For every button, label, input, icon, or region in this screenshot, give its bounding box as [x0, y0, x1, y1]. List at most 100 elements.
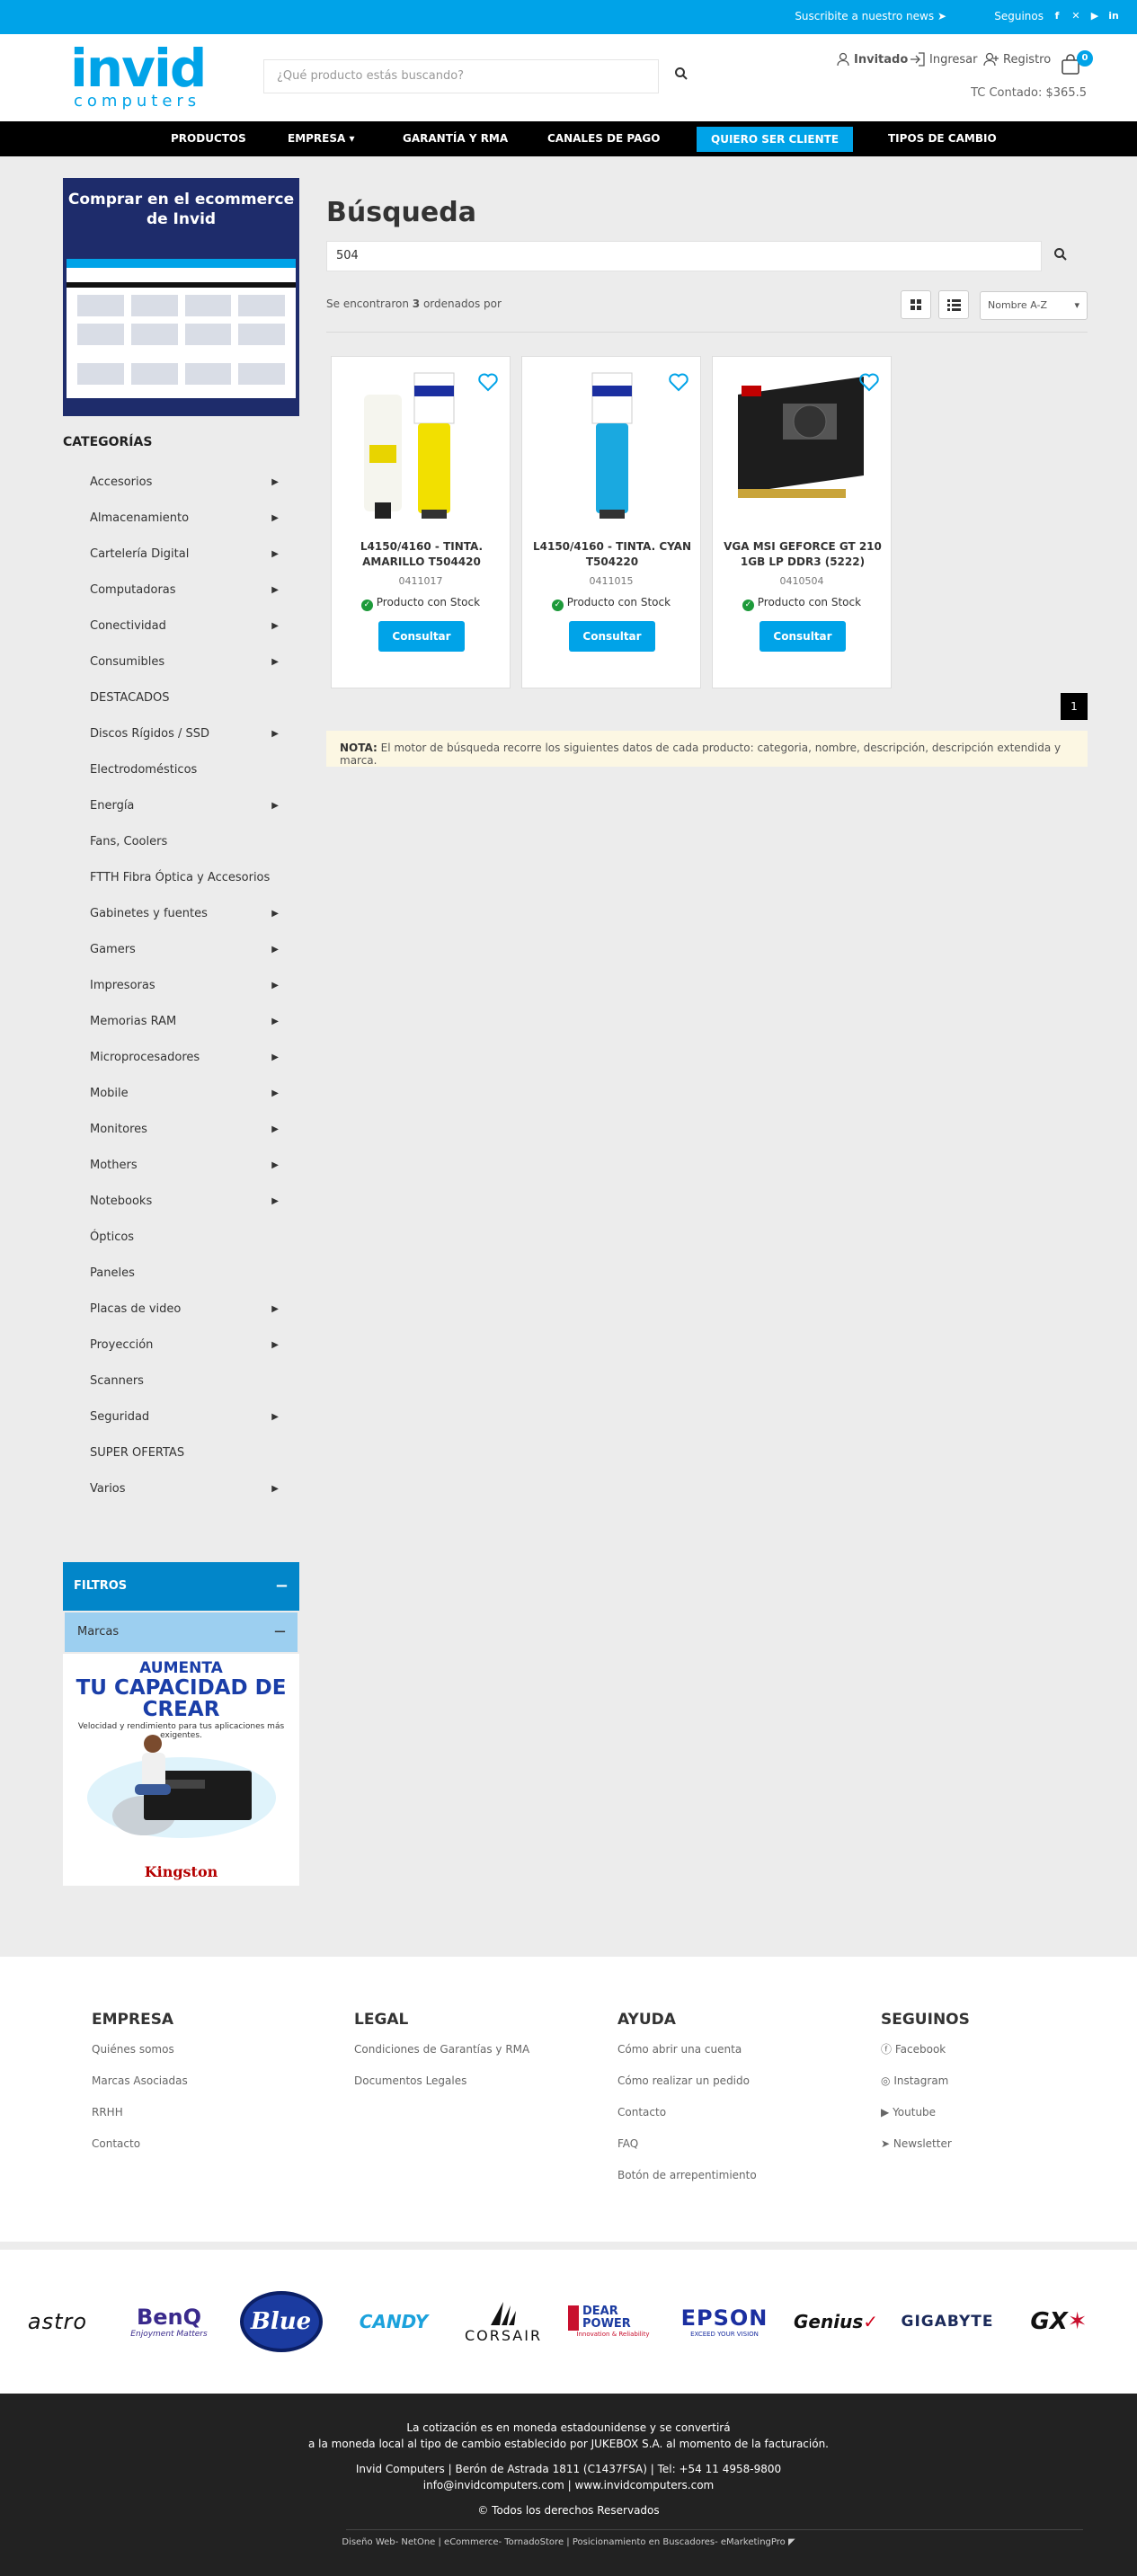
search-input[interactable]: ¿Qué producto estás buscando?	[263, 59, 659, 93]
brand-logo-epson[interactable]: EPSON EXCEED YOUR VISION	[680, 2295, 769, 2349]
brand-logo-gigabyte[interactable]: GIGABYTE	[902, 2295, 993, 2349]
consult-button[interactable]: Consultar	[378, 621, 465, 652]
product-card[interactable]: VGA MSI GEFORCE GT 210 1GB LP DDR3 (5222…	[712, 356, 892, 688]
nav-warranty[interactable]: GARANTÍA Y RMA	[403, 121, 508, 156]
register-link[interactable]: Registro	[983, 52, 1051, 67]
brand-logo-corsair[interactable]: CORSAIR	[458, 2295, 548, 2349]
category-item[interactable]: Energía ▶	[90, 788, 279, 824]
linkedin-icon[interactable]: in	[1108, 11, 1119, 22]
category-item[interactable]: Discos Rígidos / SSD ▶	[90, 716, 279, 752]
footer-link[interactable]: Contacto	[92, 2134, 188, 2165]
nav-become-client[interactable]: QUIERO SER CLIENTE	[697, 127, 854, 152]
footer-link[interactable]: ➤ Newsletter	[881, 2134, 970, 2165]
footer-link[interactable]: Contacto	[617, 2102, 757, 2134]
category-item[interactable]: Monitores ▶	[90, 1112, 279, 1148]
category-item[interactable]: Microprocesadores ▶	[90, 1040, 279, 1076]
footer-link[interactable]: FAQ	[617, 2134, 757, 2165]
category-item[interactable]: DESTACADOS	[90, 680, 279, 716]
product-name[interactable]: L4150/4160 - TINTA. AMARILLO T504420	[337, 539, 506, 570]
footer-link[interactable]: Condiciones de Garantías y RMA	[354, 2039, 529, 2071]
category-item[interactable]: Proyección ▶	[90, 1328, 279, 1364]
heart-icon[interactable]	[858, 371, 880, 393]
category-item[interactable]: Gabinetes y fuentes ▶	[90, 896, 279, 932]
category-item[interactable]: Fans, Coolers	[90, 824, 279, 860]
search-query-input[interactable]: 504	[326, 241, 1042, 271]
nav-payment[interactable]: CANALES DE PAGO	[547, 121, 660, 156]
category-item[interactable]: Mothers ▶	[90, 1148, 279, 1184]
list-view-button[interactable]	[938, 290, 969, 319]
brands-filter[interactable]: Marcas −	[65, 1612, 298, 1652]
category-item[interactable]: Cartelería Digital ▶	[90, 537, 279, 573]
category-item[interactable]: Mobile ▶	[90, 1076, 279, 1112]
heart-icon[interactable]	[477, 371, 499, 393]
brand-logo-gx[interactable]: GX ✶	[1014, 2295, 1104, 2349]
category-item[interactable]: Placas de video ▶	[90, 1292, 279, 1328]
footer-link[interactable]: ⓕ Facebook	[881, 2039, 970, 2071]
search-icon[interactable]	[1053, 247, 1071, 265]
category-item[interactable]: Memorias RAM ▶	[90, 1004, 279, 1040]
consult-button[interactable]: Consultar	[569, 621, 655, 652]
stock-status: ✓ Producto con Stock	[332, 596, 510, 611]
filters-header[interactable]: FILTROS −	[63, 1562, 299, 1611]
footer-link[interactable]: Quiénes somos	[92, 2039, 188, 2071]
footer-link[interactable]: Cómo realizar un pedido	[617, 2071, 757, 2102]
category-item[interactable]: Paneles	[90, 1256, 279, 1292]
category-item[interactable]: Conectividad ▶	[90, 608, 279, 644]
brand-logo-benq[interactable]: BenQ Enjoyment Matters	[124, 2295, 214, 2349]
category-item[interactable]: FTTH Fibra Óptica y Accesorios	[90, 860, 279, 896]
product-card[interactable]: L4150/4160 - TINTA. CYAN T504220 0411015 ✓…	[521, 356, 701, 688]
category-item[interactable]: Computadoras ▶	[90, 573, 279, 608]
category-item[interactable]: Gamers ▶	[90, 932, 279, 968]
search-icon[interactable]	[674, 67, 692, 84]
grid-view-button[interactable]	[901, 290, 931, 319]
newsletter-label: Suscribite a nuestro news	[795, 10, 935, 22]
category-item[interactable]: Almacenamiento ▶	[90, 501, 279, 537]
brand-logo-genius[interactable]: Genius ✓	[791, 2295, 881, 2349]
footer-link[interactable]: Cómo abrir una cuenta	[617, 2039, 757, 2071]
category-item[interactable]: Scanners	[90, 1364, 279, 1399]
invid-logo[interactable]: invid computers	[70, 42, 207, 113]
credits[interactable]: Diseño Web- NetOne | eCommerce- TornadoS…	[0, 2537, 1137, 2547]
product-name[interactable]: L4150/4160 - TINTA. CYAN T504220	[528, 539, 697, 570]
sort-select[interactable]: Nombre A-Z ▾	[980, 291, 1088, 320]
category-item[interactable]: Notebooks ▶	[90, 1184, 279, 1220]
login-link[interactable]: Ingresar	[910, 52, 977, 67]
cart-button[interactable]: 0	[1061, 50, 1097, 76]
category-item[interactable]: SUPER OFERTAS	[90, 1435, 279, 1471]
youtube-icon[interactable]: ▶	[1089, 11, 1100, 22]
footer-link[interactable]: RRHH	[92, 2102, 188, 2134]
footer-link[interactable]: Botón de arrepentimiento	[617, 2165, 757, 2197]
category-item[interactable]: Impresoras ▶	[90, 968, 279, 1004]
nav-exchange[interactable]: TIPOS DE CAMBIO	[888, 121, 997, 156]
brand-logo-blue[interactable]: Blue	[238, 2291, 324, 2352]
category-item[interactable]: Ópticos	[90, 1220, 279, 1256]
footer-link[interactable]: Documentos Legales	[354, 2071, 529, 2102]
results-number: 3	[412, 298, 421, 310]
nav-products[interactable]: PRODUCTOS	[171, 121, 246, 156]
caret-right-icon: ▶	[271, 909, 279, 919]
facebook-icon[interactable]: f	[1052, 11, 1062, 22]
footer-link[interactable]: ▶ Youtube	[881, 2102, 970, 2134]
bottom-contact[interactable]: info@invidcomputers.com | www.invidcompu…	[0, 2477, 1137, 2493]
nav-company[interactable]: EMPRESA ▾	[288, 121, 355, 156]
brand-logo-astro[interactable]: astro	[13, 2295, 102, 2349]
product-name[interactable]: VGA MSI GEFORCE GT 210 1GB LP DDR3 (5222…	[718, 539, 887, 570]
brand-logo-candy[interactable]: CANDY	[349, 2295, 439, 2349]
category-item[interactable]: Electrodomésticos	[90, 752, 279, 788]
pagination-page-1[interactable]: 1	[1061, 693, 1088, 720]
kingston-ad-banner[interactable]: AUMENTA TU CAPACIDAD DE CREAR Velocidad …	[63, 1654, 299, 1886]
newsletter-link[interactable]: Suscribite a nuestro news ➤	[795, 10, 946, 22]
heart-icon[interactable]	[668, 371, 689, 393]
consult-button[interactable]: Consultar	[759, 621, 846, 652]
category-item[interactable]: Seguridad ▶	[90, 1399, 279, 1435]
category-item[interactable]: Consumibles ▶	[90, 644, 279, 680]
x-twitter-icon[interactable]: ✕	[1070, 11, 1081, 22]
category-item[interactable]: Accesorios ▶	[90, 465, 279, 501]
ecommerce-promo-banner[interactable]: Comprar en el ecommerce de Invid	[63, 178, 299, 416]
product-card[interactable]: L4150/4160 - TINTA. AMARILLO T504420 0411…	[331, 356, 511, 688]
footer-link[interactable]: Marcas Asociadas	[92, 2071, 188, 2102]
category-item[interactable]: Varios ▶	[90, 1471, 279, 1507]
brand-logo-dearpower[interactable]: DEAR POWER Innovation & Reliability	[568, 2295, 658, 2349]
user-account[interactable]: Invitado	[836, 52, 908, 67]
footer-link[interactable]: ◎ Instagram	[881, 2071, 970, 2102]
